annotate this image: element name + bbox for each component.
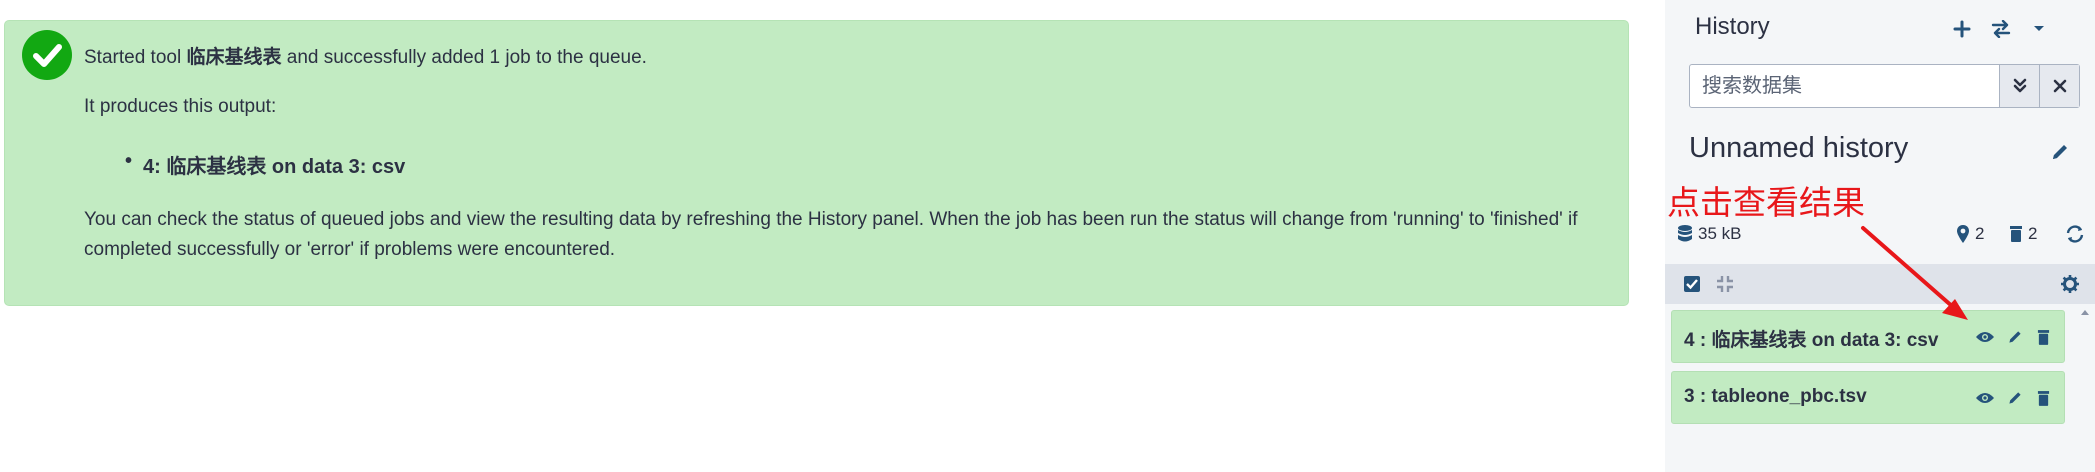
- caret-down-icon: [2034, 26, 2044, 31]
- history-stats: 35 kB 2 2: [1665, 224, 2095, 250]
- plus-icon: [1953, 20, 1971, 38]
- trash-icon: [2010, 226, 2022, 242]
- collapse-items-button[interactable]: [1710, 269, 1740, 299]
- delete-dataset-button[interactable]: [2030, 385, 2056, 411]
- select-items-button[interactable]: [1677, 269, 1707, 299]
- close-icon: [2053, 79, 2066, 93]
- success-message: Started tool 临床基线表 and successfully adde…: [4, 20, 1629, 306]
- history-settings-button[interactable]: [2055, 269, 2085, 299]
- gear-icon: [2061, 275, 2079, 293]
- pencil-icon: [2053, 145, 2067, 159]
- search-datasets-input[interactable]: [1690, 65, 1998, 107]
- history-panel: History Unnamed history 35 kB 2 2: [1665, 0, 2095, 472]
- history-size-text: 35 kB: [1698, 224, 1742, 243]
- edit-dataset-button[interactable]: [2002, 324, 2028, 350]
- edit-history-name-button[interactable]: [2045, 137, 2075, 167]
- dataset-item-3[interactable]: 3 : tableone_pbc.tsv: [1671, 371, 2065, 424]
- checkmark-icon: [22, 30, 72, 80]
- pencil-icon: [2009, 331, 2021, 343]
- exchange-icon: [1991, 20, 2011, 38]
- shown-count-button[interactable]: 2: [1956, 224, 1984, 244]
- started-suffix: and successfully added 1 job to the queu…: [281, 47, 647, 68]
- delete-dataset-button[interactable]: [2030, 324, 2056, 350]
- map-marker-icon: [1957, 225, 1969, 243]
- clear-search-button[interactable]: [2039, 65, 2079, 107]
- tool-name: 临床基线表: [186, 47, 282, 68]
- history-name: Unnamed history: [1689, 132, 1909, 164]
- edit-dataset-button[interactable]: [2002, 385, 2028, 411]
- angle-double-down-icon: [2013, 78, 2026, 93]
- annotation-label: 点击查看结果: [1667, 183, 1865, 222]
- history-toolbar: [1665, 264, 2095, 304]
- refresh-history-button[interactable]: [2065, 224, 2085, 244]
- switch-history-button[interactable]: [1984, 12, 2018, 46]
- history-size: 35 kB: [1677, 224, 1741, 244]
- trash-icon: [2037, 329, 2049, 345]
- database-icon: [1678, 225, 1692, 242]
- pencil-icon: [2009, 392, 2021, 404]
- view-dataset-button[interactable]: [1972, 385, 1998, 411]
- output-item-label: 4: 临床基线表 on data 3: csv: [143, 156, 406, 178]
- dataset-item-4[interactable]: 4 : 临床基线表 on data 3: csv: [1671, 310, 2065, 363]
- status-note: You can check the status of queued jobs …: [84, 209, 1578, 260]
- eye-icon: [1976, 332, 1994, 342]
- trash-icon: [2037, 390, 2049, 406]
- sync-icon: [2066, 225, 2084, 243]
- view-dataset-button[interactable]: [1972, 324, 1998, 350]
- started-prefix: Started tool: [84, 47, 187, 68]
- dataset-title[interactable]: 3 : tableone_pbc.tsv: [1684, 386, 1867, 408]
- check-square-icon: [1684, 276, 1700, 292]
- output-list-item: • 4: 临床基线表 on data 3: csv: [125, 150, 406, 178]
- eye-icon: [1976, 393, 1994, 403]
- compress-icon: [1717, 276, 1733, 292]
- scroll-up-icon[interactable]: [2079, 306, 2091, 318]
- search-datasets: [1689, 64, 2080, 108]
- history-options-dropdown[interactable]: [2022, 12, 2056, 46]
- produces-line: It produces this output:: [84, 96, 277, 117]
- history-title: History: [1695, 13, 1770, 40]
- deleted-count-button[interactable]: 2: [2009, 224, 2037, 244]
- started-line: Started tool 临床基线表 and successfully adde…: [84, 42, 647, 69]
- advanced-search-button[interactable]: [1999, 65, 2039, 107]
- shown-count-text: 2: [1975, 224, 1985, 243]
- deleted-count-text: 2: [2028, 224, 2038, 243]
- new-history-button[interactable]: [1945, 12, 1979, 46]
- dataset-title[interactable]: 4 : 临床基线表 on data 3: csv: [1684, 325, 1938, 352]
